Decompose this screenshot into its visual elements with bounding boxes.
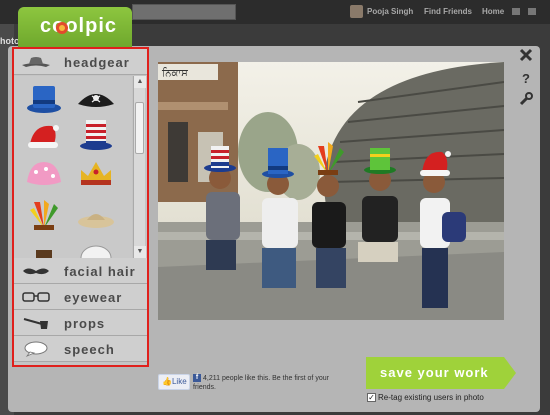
logo-heart-icon xyxy=(56,22,68,34)
user-name-link: Pooja Singh xyxy=(367,7,414,16)
white-cap-icon[interactable] xyxy=(76,234,116,258)
shop-sign-text: ਨਿਕਾਸ xyxy=(161,67,188,79)
category-eyewear[interactable]: eyewear xyxy=(14,284,147,310)
settings-icon[interactable] xyxy=(519,92,533,106)
photo-canvas[interactable]: ਨਿਕਾਸ xyxy=(158,62,504,320)
scroll-up-icon[interactable]: ▲ xyxy=(134,76,146,88)
help-icon[interactable]: ? xyxy=(519,71,533,85)
notifications-icon xyxy=(528,8,536,15)
category-facial-hair[interactable]: facial hair xyxy=(14,258,147,284)
speech-bubble-icon xyxy=(24,341,48,357)
pipe-icon xyxy=(23,318,48,329)
sticker-scrollbar[interactable]: ▲ ▼ xyxy=(133,76,146,258)
uncle-sam-hat-icon[interactable] xyxy=(76,116,116,152)
svg-text:?: ? xyxy=(522,71,530,85)
pink-shower-cap-icon[interactable] xyxy=(24,158,64,194)
friends-icon xyxy=(512,8,520,15)
save-label[interactable]: save your work xyxy=(380,365,489,380)
crown-icon[interactable] xyxy=(76,156,116,192)
find-friends-link: Find Friends xyxy=(424,7,472,16)
category-speech[interactable]: speech xyxy=(14,336,147,362)
scroll-down-icon[interactable]: ▼ xyxy=(134,246,146,258)
retag-checkbox-row[interactable]: ✓ Re-tag existing users in photo xyxy=(367,393,484,403)
thumbs-up-icon: 👍 xyxy=(162,377,172,386)
category-label: eyewear xyxy=(64,290,123,305)
hat-icon xyxy=(22,57,50,67)
glasses-icon xyxy=(22,292,50,302)
sticker-grid xyxy=(14,76,132,258)
sticker-sidebar: headgear ▲ ▼ facial hair eyewear props s… xyxy=(12,47,149,367)
app-logo: coolpic xyxy=(40,15,118,37)
blue-top-hat-icon[interactable] xyxy=(24,80,64,116)
category-headgear[interactable]: headgear xyxy=(14,49,147,75)
group-photo[interactable]: ਨਿਕਾਸ xyxy=(158,62,504,320)
category-label: facial hair xyxy=(64,264,136,279)
home-link: Home xyxy=(482,7,505,16)
retag-label: Re-tag existing users in photo xyxy=(378,393,484,402)
straw-hat-icon[interactable] xyxy=(76,200,116,236)
scroll-thumb[interactable] xyxy=(135,102,144,154)
mustache-icon xyxy=(23,268,49,275)
like-button[interactable]: 👍Like xyxy=(158,374,190,390)
category-label: props xyxy=(64,316,106,331)
pirate-hat-icon[interactable] xyxy=(76,80,116,116)
avatar xyxy=(350,5,363,18)
category-props[interactable]: props xyxy=(14,310,147,336)
facebook-icon: f xyxy=(193,374,201,382)
retag-checkbox[interactable]: ✓ xyxy=(367,393,376,403)
background-search-field xyxy=(132,4,236,20)
category-label: speech xyxy=(64,342,115,357)
like-count: f 4,211 people like this. Be the first of… xyxy=(193,374,353,392)
logo-tab: coolpic xyxy=(18,7,132,47)
category-label: headgear xyxy=(64,55,130,70)
like-count-text: 4,211 people like this. Be the first of … xyxy=(193,375,329,391)
background-partial-text: hoto xyxy=(0,36,20,46)
close-icon[interactable] xyxy=(519,48,533,62)
feather-headdress-icon[interactable] xyxy=(24,198,64,234)
like-label: Like xyxy=(171,377,187,386)
santa-hat-icon[interactable] xyxy=(24,118,64,154)
brown-hat-icon[interactable] xyxy=(24,236,64,258)
